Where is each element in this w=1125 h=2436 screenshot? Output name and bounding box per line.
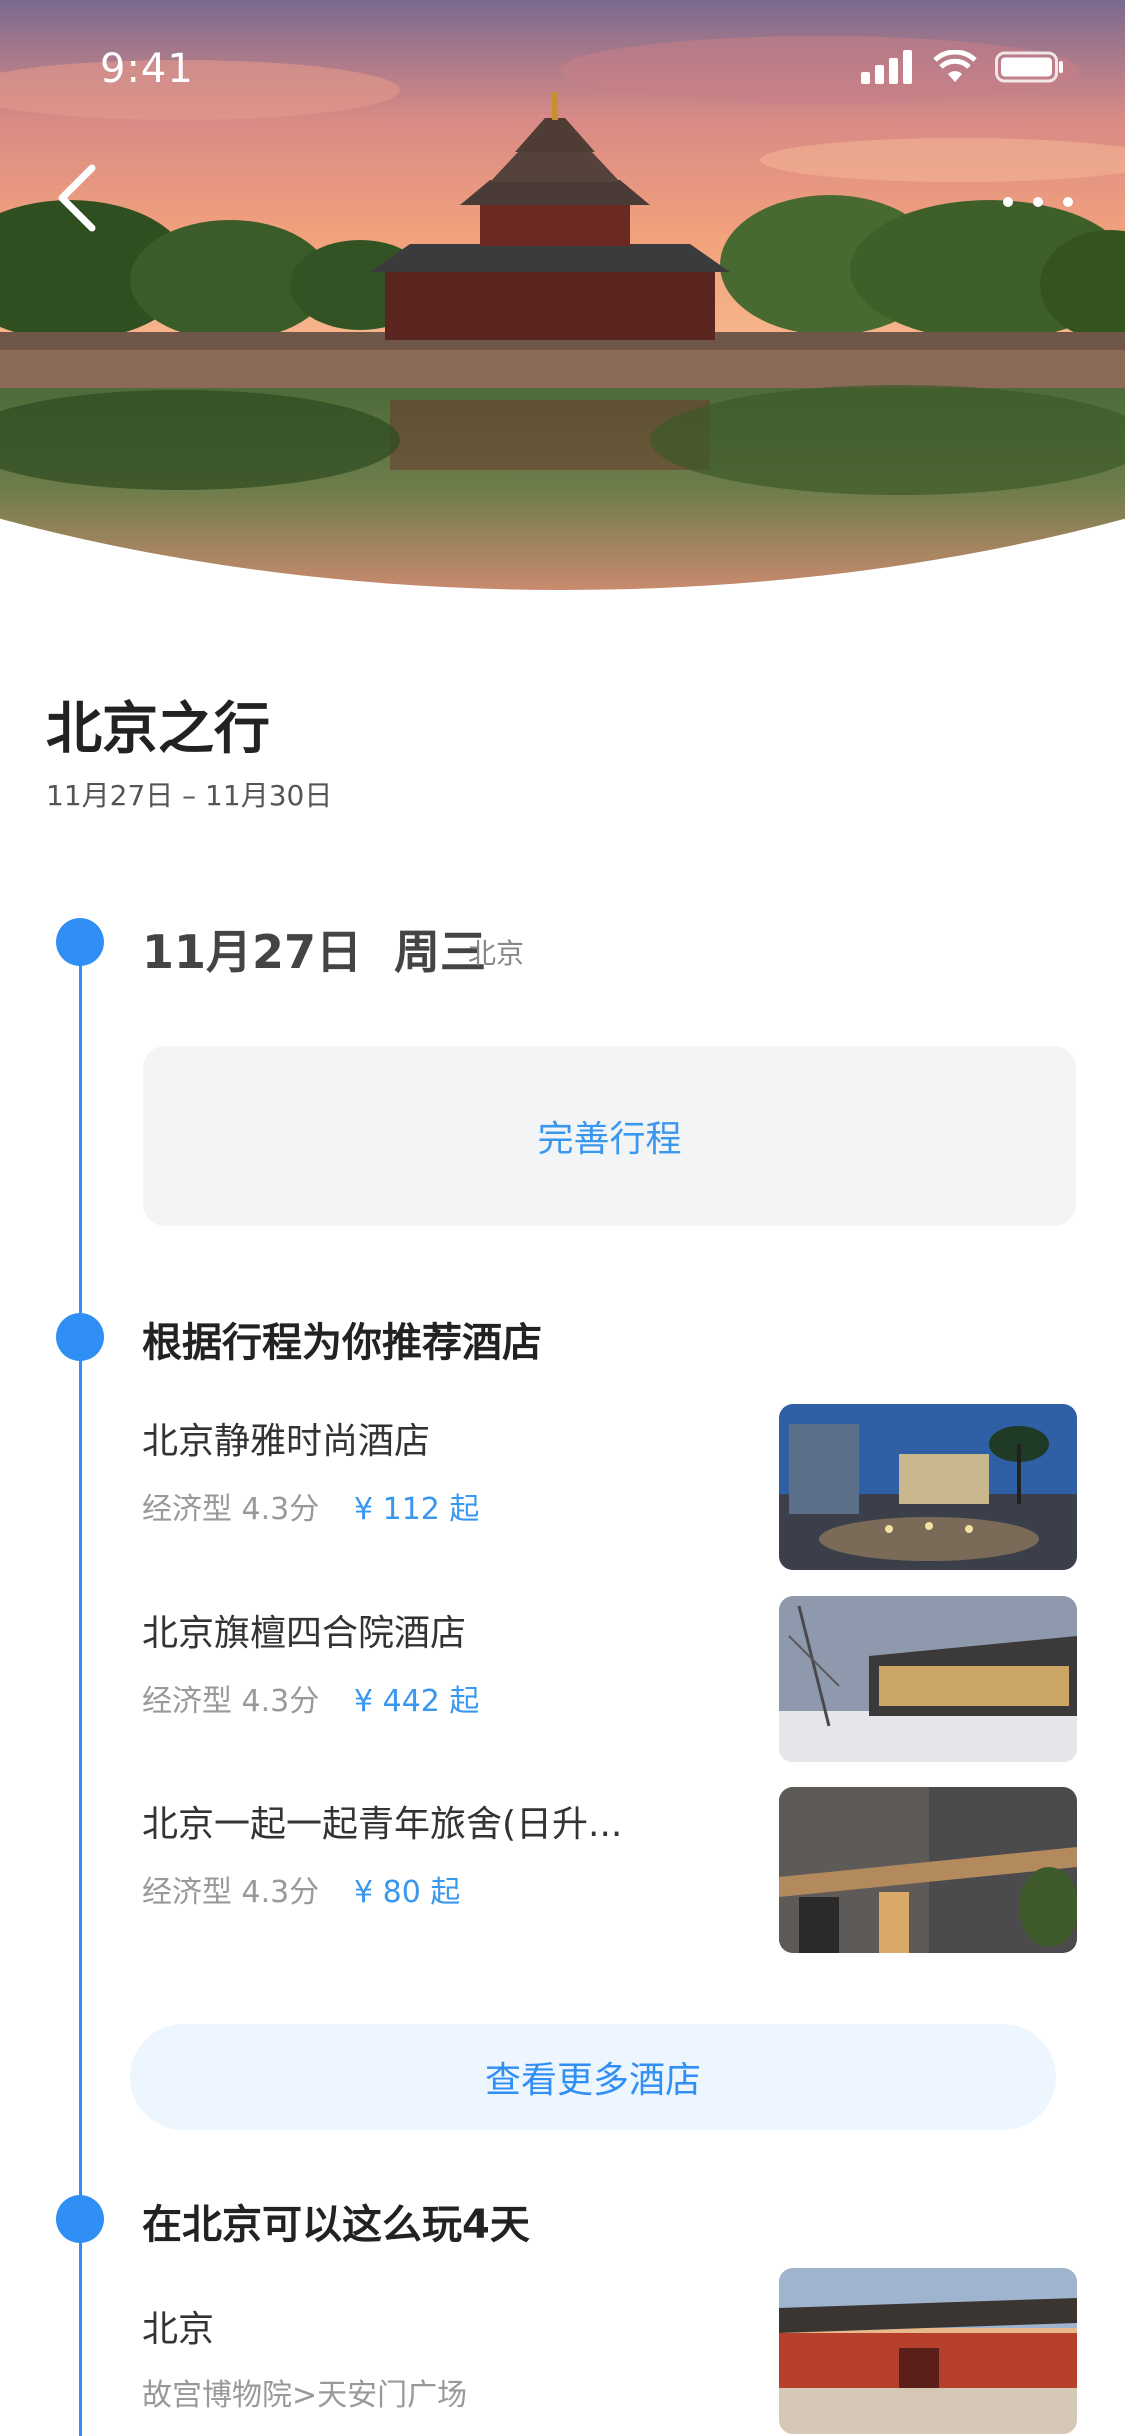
timeline-dot (56, 1313, 104, 1361)
hotels-section-title: 根据行程为你推荐酒店 (142, 1320, 542, 1366)
hotel-name: 北京旗檀四合院酒店 (142, 1613, 467, 1654)
more-hotels-button[interactable]: 查看更多酒店 (130, 2024, 1056, 2130)
more-horizontal-icon (1003, 197, 1013, 207)
hotel-photo (779, 1404, 1077, 1570)
complete-plan-label: 完善行程 (537, 1119, 682, 1160)
hotel-item[interactable]: 北京静雅时尚酒店 经济型 4.3分 ¥ 112 起 (142, 1404, 1077, 1574)
status-time: 9:41 (100, 46, 194, 92)
more-hotels-label: 查看更多酒店 (484, 2060, 701, 2101)
hotel-meta: 经济型 4.3分 (142, 1875, 320, 1910)
chevron-left-icon (58, 164, 96, 232)
hotel-photo (779, 1596, 1077, 1762)
hotel-price: ¥ 442 起 (354, 1684, 480, 1719)
wifi-icon (933, 50, 977, 82)
hotel-name: 北京一起一起青年旅舍(日升... (142, 1804, 623, 1845)
hotel-name: 北京静雅时尚酒店 (142, 1421, 431, 1462)
status-bar: 9:41 (0, 0, 1125, 140)
hotel-price: ¥ 80 起 (354, 1875, 461, 1910)
play-route: 故宫博物院>天安门广场 (142, 2378, 468, 2413)
hotel-price: ¥ 112 起 (354, 1492, 480, 1527)
more-button[interactable] (1003, 180, 1073, 224)
hotel-item[interactable]: 北京一起一起青年旅舍(日升... 经济型 4.3分 ¥ 80 起 (142, 1787, 1077, 1957)
battery-icon (995, 51, 1063, 83)
play-photo (779, 2268, 1077, 2434)
hotel-photo (779, 1787, 1077, 1953)
back-button[interactable] (48, 160, 112, 236)
trip-title: 北京之行 (46, 697, 270, 762)
timeline-dot (56, 918, 104, 966)
hotel-meta: 经济型 4.3分 (142, 1492, 320, 1527)
trip-dates: 11月27日 – 11月30日 (46, 779, 333, 812)
complete-plan-button[interactable]: 完善行程 (143, 1046, 1076, 1226)
signal-icon (861, 50, 912, 84)
play-section-title: 在北京可以这么玩4天 (142, 2202, 530, 2248)
hotel-item[interactable]: 北京旗檀四合院酒店 经济型 4.3分 ¥ 442 起 (142, 1596, 1077, 1766)
day-date: 11月27日 周三 (142, 925, 487, 979)
hotel-meta: 经济型 4.3分 (142, 1684, 320, 1719)
day-city: 北京 (468, 937, 525, 970)
timeline-dot (56, 2195, 104, 2243)
play-city: 北京 (142, 2309, 215, 2350)
